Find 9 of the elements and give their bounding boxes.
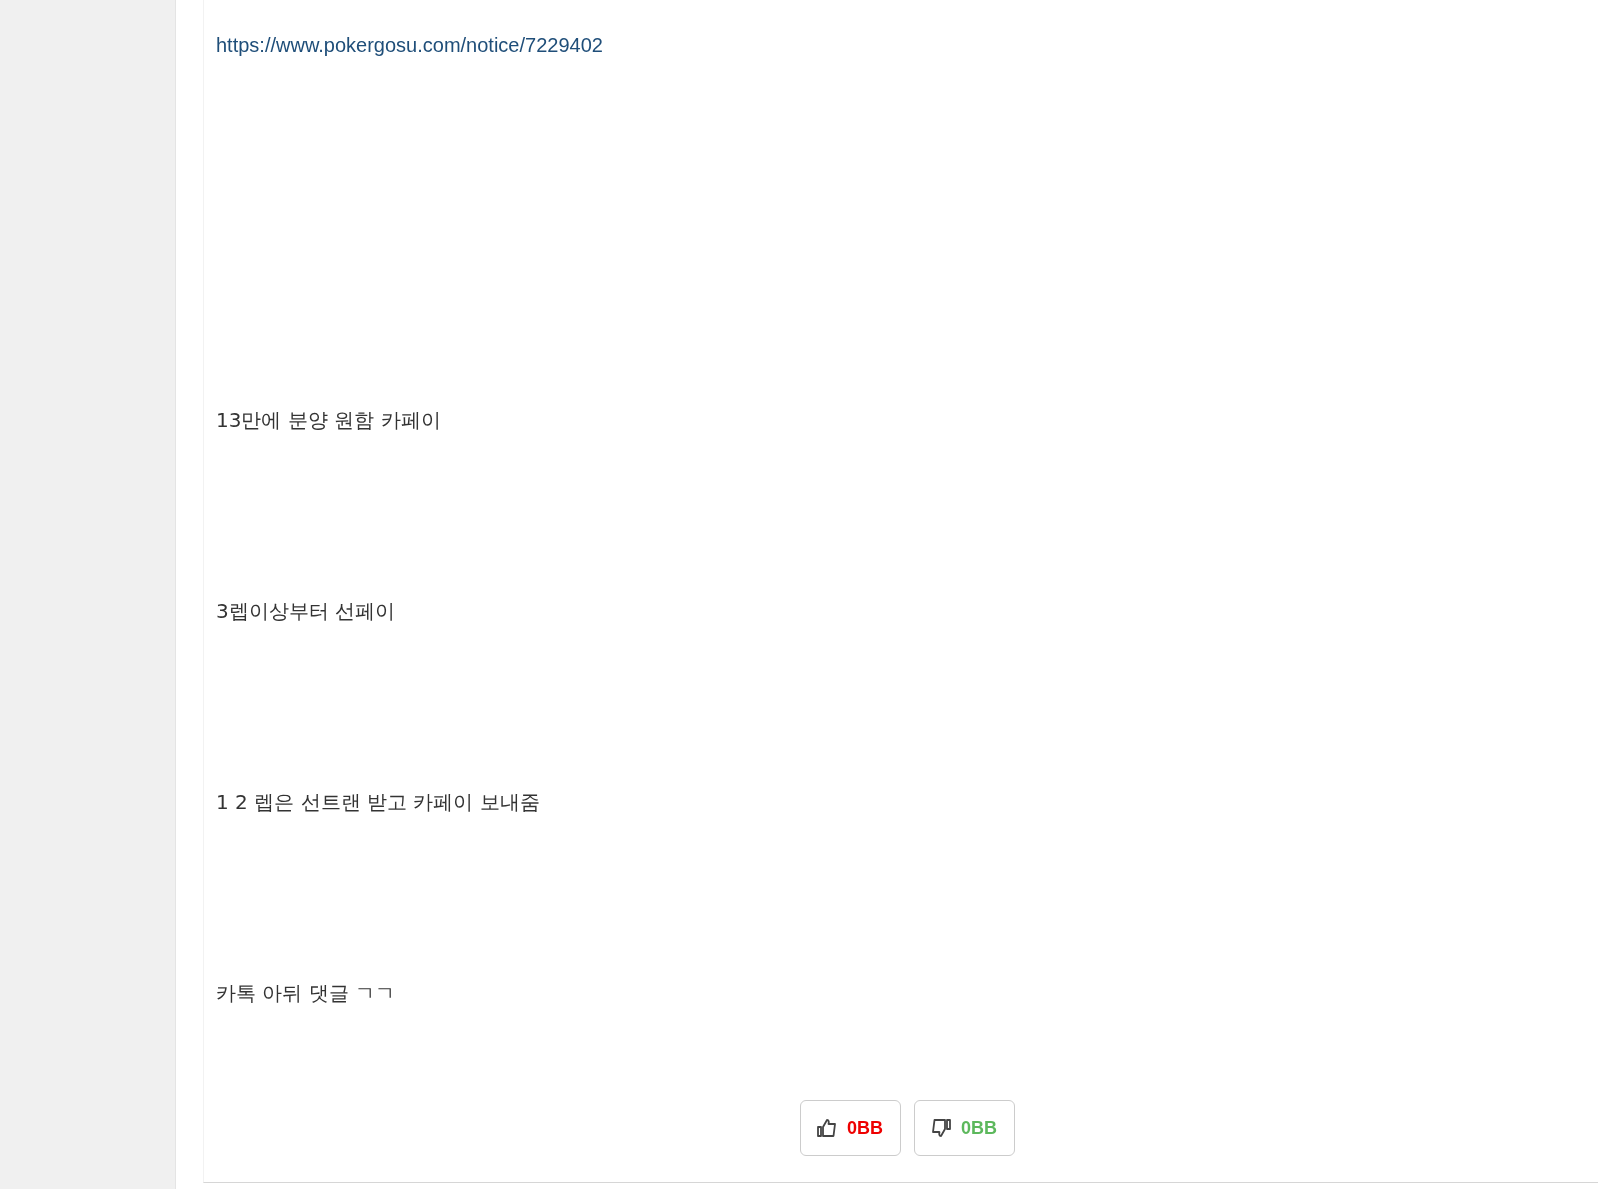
- thumbs-up-icon: [817, 1119, 837, 1137]
- post-text: 3렙이상부터 선페이: [216, 598, 396, 625]
- dislike-button[interactable]: 0BB: [913, 1100, 1015, 1156]
- post-text: 카톡 아뒤 댓글 ㄱㄱ: [216, 980, 396, 1007]
- post-text: 1 2 렙은 선트랜 받고 카페이 보내줌: [216, 789, 540, 816]
- post-link[interactable]: https://www.pokergosu.com/notice/7229402: [216, 34, 603, 57]
- thumbs-down-icon: [931, 1119, 951, 1137]
- post-text: 13만에 분양 원함 카페이: [216, 407, 441, 434]
- like-button[interactable]: 0BB: [799, 1100, 901, 1156]
